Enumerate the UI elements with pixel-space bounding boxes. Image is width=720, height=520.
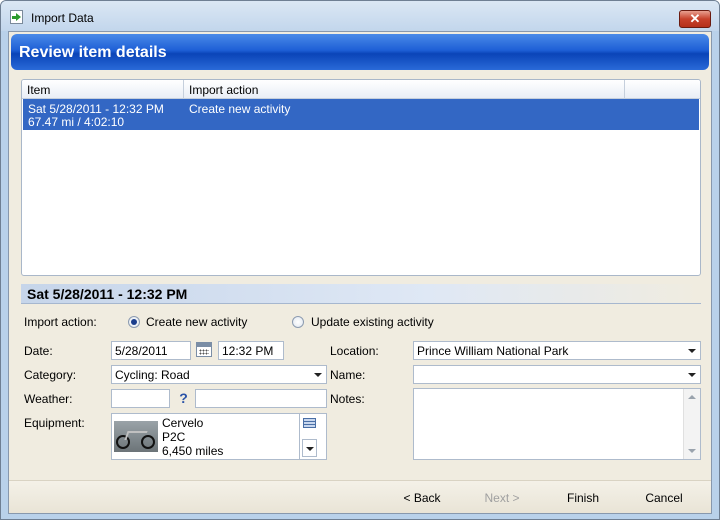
title-bar[interactable]: Import Data ✕	[1, 1, 719, 31]
location-label: Location:	[330, 344, 379, 358]
close-button[interactable]: ✕	[679, 10, 711, 28]
item-date: Sat 5/28/2011 - 12:32 PM	[28, 102, 164, 116]
list-item[interactable]: Sat 5/28/2011 - 12:32 PM 67.47 mi / 4:02…	[23, 99, 699, 130]
cancel-button[interactable]: Cancel	[629, 488, 699, 508]
time-field[interactable]: 12:32 PM	[218, 341, 284, 360]
equipment-model: P2C	[162, 430, 186, 444]
date-field[interactable]: 5/28/2011	[111, 341, 191, 360]
update-existing-activity-label[interactable]: Update existing activity	[311, 315, 434, 329]
weather-temperature-field[interactable]	[111, 389, 170, 408]
step-banner: Review item details	[11, 34, 709, 70]
wizard-footer: < Back Next > Finish Cancel	[9, 480, 711, 513]
import-action-label: Import action:	[24, 315, 97, 329]
column-header-item[interactable]: Item	[22, 80, 184, 99]
import-items-list[interactable]: Item Import action Sat 5/28/2011 - 12:32…	[21, 79, 701, 276]
equipment-controls	[299, 413, 318, 460]
list-header: Item Import action	[22, 80, 700, 99]
equipment-selector[interactable]: Cervelo P2C 6,450 miles	[111, 413, 327, 460]
scroll-up-icon[interactable]	[688, 395, 696, 399]
category-dropdown[interactable]: Cycling: Road	[111, 365, 327, 384]
weather-label: Weather:	[24, 392, 73, 406]
item-summary: 67.47 mi / 4:02:10	[28, 115, 125, 129]
location-dropdown[interactable]: Prince William National Park	[413, 341, 701, 360]
chevron-down-icon[interactable]	[310, 366, 326, 383]
location-value: Prince William National Park	[417, 344, 569, 358]
next-button[interactable]: Next >	[469, 488, 535, 508]
date-label: Date:	[24, 344, 53, 358]
dialog-body: Review item details Item Import action S…	[8, 31, 712, 514]
chevron-down-icon[interactable]	[684, 342, 700, 359]
finish-button[interactable]: Finish	[549, 488, 617, 508]
weather-description-field[interactable]	[195, 389, 327, 408]
import-data-window: Import Data ✕ Review item details Item I…	[0, 0, 720, 520]
calendar-icon[interactable]	[196, 342, 212, 357]
back-button[interactable]: < Back	[387, 488, 457, 508]
details-header: Sat 5/28/2011 - 12:32 PM	[21, 284, 701, 304]
notes-textarea[interactable]	[413, 388, 701, 460]
window-title: Import Data	[31, 11, 94, 25]
step-title: Review item details	[19, 44, 167, 61]
name-dropdown[interactable]	[413, 365, 701, 384]
radio-create-new-activity[interactable]	[128, 316, 140, 328]
chevron-down-icon[interactable]	[684, 366, 700, 383]
import-icon	[10, 10, 23, 24]
weather-condition-icon[interactable]: ?	[177, 390, 190, 406]
equipment-make: Cervelo	[162, 416, 204, 430]
equipment-label: Equipment:	[24, 416, 85, 430]
details-title: Sat 5/28/2011 - 12:32 PM	[27, 286, 188, 302]
create-new-activity-label[interactable]: Create new activity	[146, 315, 247, 329]
bike-frame	[124, 431, 148, 440]
name-label: Name:	[330, 368, 366, 382]
scroll-down-icon[interactable]	[688, 449, 696, 453]
chevron-down-icon[interactable]	[302, 439, 317, 457]
equipment-list-icon[interactable]	[303, 418, 316, 428]
notes-scrollbar[interactable]	[683, 389, 700, 459]
category-label: Category:	[24, 368, 77, 382]
radio-update-existing-activity[interactable]	[292, 316, 304, 328]
equipment-distance: 6,450 miles	[162, 444, 224, 458]
bike-photo	[114, 421, 158, 452]
column-header-import-action[interactable]: Import action	[184, 80, 625, 99]
category-value: Cycling: Road	[115, 368, 190, 382]
notes-label: Notes:	[330, 392, 365, 406]
item-import-action: Create new activity	[189, 102, 291, 116]
